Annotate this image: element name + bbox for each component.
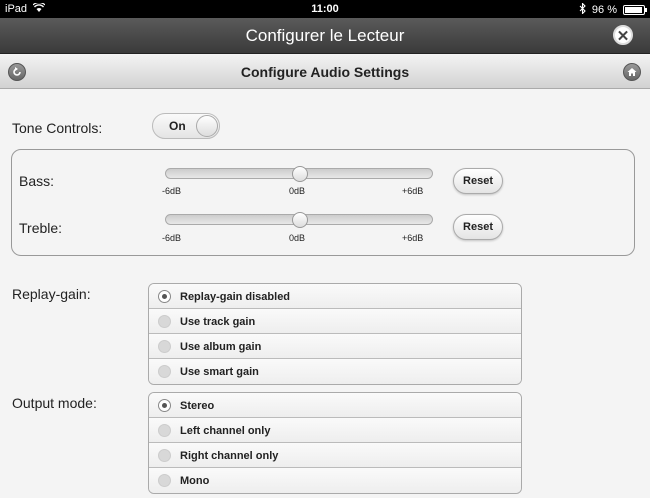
treble-max-label: +6dB (402, 233, 424, 243)
treble-min-label: -6dB (162, 233, 182, 243)
bass-mid-label: 0dB (289, 186, 306, 196)
radio-icon (158, 365, 171, 378)
replay-gain-option[interactable]: Replay-gain disabled (149, 284, 521, 309)
bass-slider[interactable] (165, 166, 433, 182)
status-time: 11:00 (311, 3, 339, 15)
tone-controls-label: Tone Controls: (12, 120, 103, 136)
close-icon[interactable]: ✕ (613, 25, 633, 45)
toggle-label: On (169, 119, 186, 133)
window-title: Configurer le Lecteur (245, 26, 405, 45)
replay-gain-option[interactable]: Use track gain (149, 309, 521, 334)
bass-slider-thumb[interactable] (292, 166, 308, 182)
replay-gain-group: Replay-gain disabled Use track gain Use … (148, 283, 522, 385)
battery-percent: 96 % (591, 4, 617, 16)
replay-gain-label: Replay-gain: (12, 286, 91, 302)
radio-icon (158, 449, 171, 462)
radio-icon (158, 315, 171, 328)
treble-reset-button[interactable]: Reset (453, 214, 503, 240)
radio-icon (158, 474, 171, 487)
output-mode-label: Output mode: (12, 395, 97, 411)
bass-min-label: -6dB (162, 186, 182, 196)
replay-gain-option[interactable]: Use smart gain (149, 359, 521, 384)
output-mode-group: Stereo Left channel only Right channel o… (148, 392, 522, 494)
title-bar: Configurer le Lecteur ✕ (0, 18, 650, 54)
radio-icon (158, 290, 171, 303)
treble-mid-label: 0dB (289, 233, 306, 243)
radio-icon (158, 424, 171, 437)
header-bar: Configure Audio Settings (0, 55, 650, 89)
replay-gain-option[interactable]: Use album gain (149, 334, 521, 359)
treble-slider[interactable] (165, 212, 433, 228)
bass-max-label: +6dB (402, 186, 424, 196)
treble-label: Treble: (19, 220, 63, 236)
bass-reset-button[interactable]: Reset (453, 168, 503, 194)
tone-controls-toggle[interactable]: On (152, 113, 220, 139)
tone-fieldset (11, 149, 635, 256)
bluetooth-icon (579, 2, 586, 17)
home-icon[interactable] (623, 63, 641, 81)
output-mode-option[interactable]: Mono (149, 468, 521, 493)
output-mode-option[interactable]: Left channel only (149, 418, 521, 443)
page-title: Configure Audio Settings (240, 64, 410, 80)
treble-slider-thumb[interactable] (292, 212, 308, 228)
status-bar: iPad 11:00 96 % (0, 0, 650, 18)
battery-icon (623, 5, 647, 15)
bass-label: Bass: (19, 173, 55, 189)
radio-icon (158, 399, 171, 412)
toggle-knob[interactable] (196, 115, 218, 137)
output-mode-option[interactable]: Right channel only (149, 443, 521, 468)
radio-icon (158, 340, 171, 353)
output-mode-option[interactable]: Stereo (149, 393, 521, 418)
